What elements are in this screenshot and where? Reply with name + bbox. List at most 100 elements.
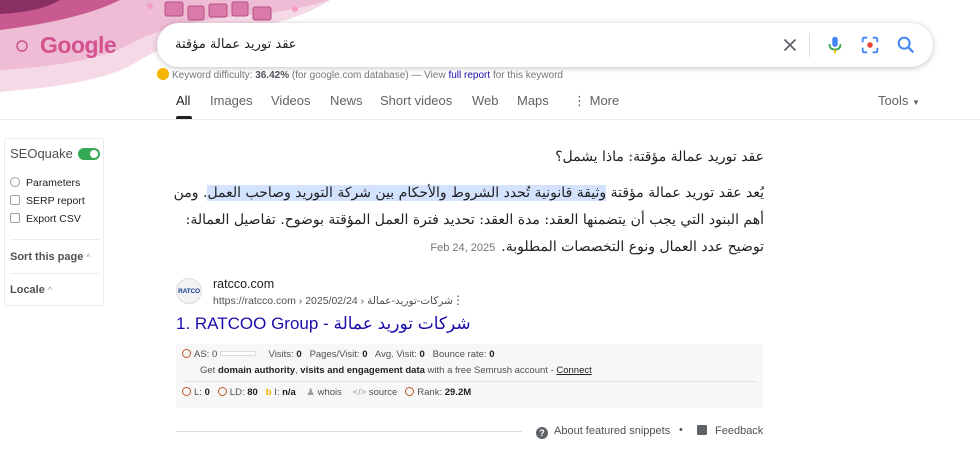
site-favicon[interactable]: RATCO	[176, 278, 202, 304]
snippet-line-3: توضيح عدد العمال ونوع التخصصات المطلوبة.…	[430, 234, 764, 262]
tools-label: Tools	[878, 93, 909, 108]
tab-more-label: More	[589, 93, 620, 108]
parameters-label: Parameters	[26, 177, 81, 189]
whois-link[interactable]: whois	[318, 387, 342, 398]
metrics-row-traffic: AS: 0 Visits: 0 Pages/Visit: 0 Avg. Visi…	[182, 349, 494, 360]
full-report-link[interactable]: full report	[448, 70, 490, 81]
locale-toggle[interactable]: Locale ^	[10, 284, 52, 296]
tab-videos[interactable]: Videos	[271, 93, 311, 108]
serp-report-link[interactable]: SERP report	[10, 195, 85, 207]
promo-text: with a free Semrush account -	[427, 365, 554, 376]
feedback-label: Feedback	[715, 425, 764, 437]
tab-more[interactable]: ⋮ More	[573, 93, 619, 109]
snippet-line-2: أهم البنود التي يجب أن يتضمنها العقد: مد…	[185, 212, 764, 228]
footer-dot: •	[679, 424, 683, 436]
promo-bold: domain authority	[217, 365, 296, 376]
seoquake-toggle[interactable]	[78, 148, 100, 160]
ld-icon	[217, 387, 227, 396]
tab-all[interactable]: All	[176, 93, 190, 108]
i-label: I:	[274, 387, 280, 398]
about-featured-snippets[interactable]: ? About featured snippets	[536, 425, 670, 439]
result-title-link[interactable]: 1. RATCOO Group - شركات توريد عمالة	[176, 314, 471, 334]
snippet-text: يُعد عقد توريد عمالة مؤقتة	[606, 185, 764, 201]
kd-value: 36.42%	[255, 70, 290, 81]
keyword-difficulty: Keyword difficulty: 36.42% (for google.c…	[157, 68, 563, 81]
whois-icon: ♟	[306, 387, 315, 398]
gear-icon	[10, 177, 20, 187]
connect-link[interactable]: Connect	[556, 365, 591, 376]
l-label: L:	[194, 387, 202, 398]
kd-suffix: for this keyword	[492, 70, 563, 81]
locale-label: Locale	[10, 284, 45, 296]
site-name[interactable]: ratcco.com	[213, 277, 274, 291]
about-label: About featured snippets	[554, 425, 671, 437]
ld-label: LD:	[229, 387, 245, 398]
search-icon[interactable]	[895, 34, 917, 56]
semrush-icon	[157, 68, 169, 80]
feedback-icon	[697, 425, 707, 435]
visits-value: 0	[296, 349, 302, 360]
kd-database: (for google.com database) — View	[291, 70, 446, 81]
chevron-up-icon: ^	[47, 285, 53, 295]
sort-this-page[interactable]: Sort this page ^	[10, 251, 91, 263]
export-csv-link[interactable]: Export CSV	[10, 213, 81, 225]
tools-button[interactable]: Tools ▼	[878, 93, 920, 108]
bounce-value: 0	[489, 349, 495, 360]
search-input[interactable]: عقد توريد عمالة مؤقتة	[175, 37, 297, 52]
code-icon: </>	[352, 387, 367, 398]
report-icon	[10, 195, 20, 205]
snippet-highlight: وثيقة قانونية تُحدد الشروط والأحكام بين …	[207, 185, 607, 201]
clear-icon[interactable]	[779, 34, 801, 56]
tab-web[interactable]: Web	[472, 93, 499, 108]
google-logo[interactable]: Google	[40, 32, 117, 59]
bounce-label: Bounce rate:	[432, 349, 487, 360]
rank-icon	[405, 387, 415, 396]
sort-label: Sort this page	[10, 251, 84, 263]
snippet-text: توضيح عدد العمال ونوع التخصصات المطلوبة.	[501, 239, 764, 255]
metrics-row-links: L: 0 LD: 80 b I: n/a ♟ whois </> source …	[182, 387, 471, 398]
as-value[interactable]: AS: 0	[194, 349, 217, 360]
as-icon	[182, 349, 191, 358]
feedback-button[interactable]: Feedback	[697, 425, 763, 437]
snippet-line-1: يُعد عقد توريد عمالة مؤقتة وثيقة قانونية…	[174, 180, 764, 207]
search-box[interactable]: عقد توريد عمالة مؤقتة	[157, 23, 933, 67]
avg-visit-value: 0	[419, 349, 425, 360]
source-link[interactable]: source	[369, 387, 398, 398]
tab-short-videos[interactable]: Short videos	[380, 93, 452, 108]
seoquake-divider	[10, 239, 100, 240]
more-options-icon[interactable]: ⋮	[452, 293, 464, 307]
header-divider	[0, 119, 980, 120]
visits-label: Visits:	[268, 349, 294, 360]
seoquake-title: SEOquake	[10, 146, 73, 161]
tab-maps[interactable]: Maps	[517, 93, 549, 108]
snippet-date: Feb 24, 2025	[430, 242, 496, 254]
caret-down-icon: ▼	[911, 98, 920, 107]
i-value[interactable]: n/a	[282, 387, 296, 398]
tab-images[interactable]: Images	[210, 93, 253, 108]
l-value[interactable]: 0	[205, 387, 210, 398]
microphone-icon[interactable]	[824, 34, 846, 56]
site-url[interactable]: https://ratcco.com › 2025/02/24 › شركات-…	[213, 295, 453, 307]
promo-text: Get	[200, 365, 216, 376]
export-csv-label: Export CSV	[26, 213, 81, 225]
document-icon	[10, 213, 20, 223]
chevron-up-icon: ^	[86, 252, 91, 262]
parameters-link[interactable]: Parameters	[10, 177, 80, 189]
rank-value[interactable]: 29.2M	[445, 387, 471, 398]
authority-score-bar	[219, 351, 256, 356]
rank-label: Rank:	[417, 387, 443, 398]
metrics-divider	[182, 381, 757, 382]
pages-label: Pages/Visit:	[309, 349, 360, 360]
promo-bold: visits and engagement data	[300, 365, 425, 376]
snippet-title: عقد توريد عمالة مؤقتة: ماذا يشمل؟	[555, 149, 764, 165]
metrics-row-promo: Get domain authority, visits and engagem…	[200, 365, 592, 376]
seoquake-metrics: AS: 0 Visits: 0 Pages/Visit: 0 Avg. Visi…	[176, 344, 763, 408]
google-lens-icon[interactable]	[859, 34, 881, 56]
tab-news[interactable]: News	[330, 93, 363, 108]
search-box-separator	[809, 33, 810, 57]
snippet-text: . ومن	[173, 185, 208, 201]
avg-visit-label: Avg. Visit:	[374, 349, 417, 360]
links-icon	[182, 387, 191, 396]
bing-icon: b	[265, 387, 272, 398]
ld-value[interactable]: 80	[247, 387, 258, 398]
